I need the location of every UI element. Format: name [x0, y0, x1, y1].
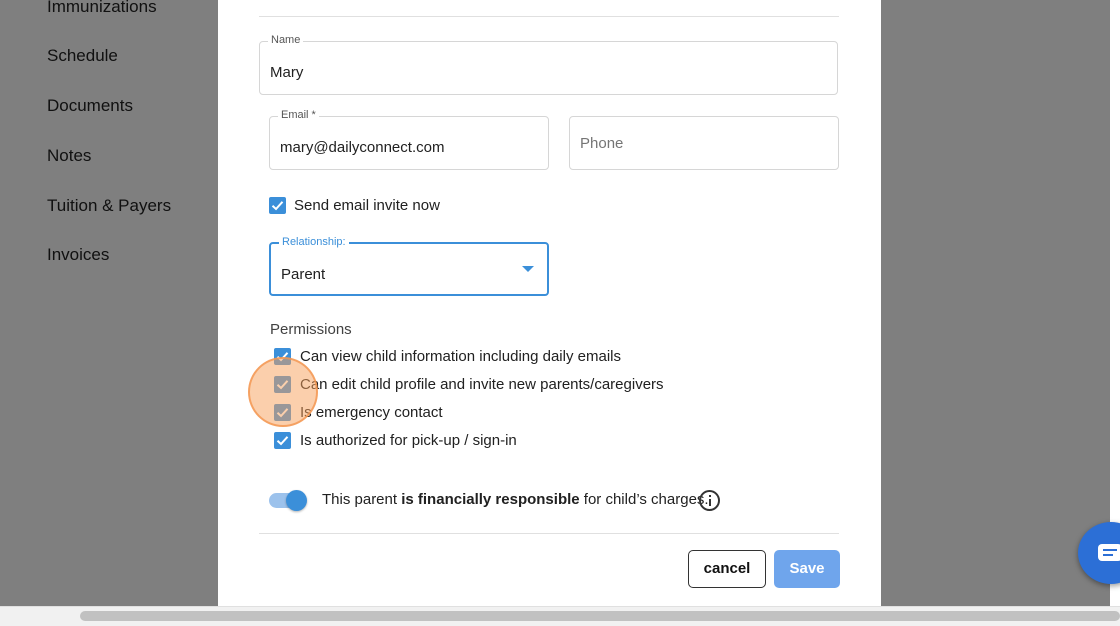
vertical-gutter	[1110, 0, 1120, 606]
permissions-heading: Permissions	[270, 321, 352, 338]
permission-pickup-label: Is authorized for pick-up / sign-in	[300, 432, 517, 449]
financial-text-prefix: This parent	[322, 491, 398, 508]
financial-text-suffix: for child’s charges.	[583, 491, 709, 508]
relationship-select[interactable]: Relationship: Parent	[269, 236, 549, 296]
click-indicator	[248, 357, 318, 427]
send-invite-label: Send email invite now	[294, 197, 440, 214]
chevron-down-icon	[522, 266, 534, 272]
save-button[interactable]: Save	[774, 550, 840, 588]
email-field[interactable]: Email * mary@dailyconnect.com	[269, 109, 549, 170]
financial-toggle-knob[interactable]	[286, 490, 307, 511]
relationship-label: Relationship:	[279, 236, 349, 248]
permission-edit-label: Can edit child profile and invite new pa…	[300, 376, 664, 393]
check-icon	[271, 201, 284, 211]
info-icon[interactable]	[699, 490, 720, 511]
divider	[259, 16, 839, 17]
relationship-value: Parent	[281, 266, 326, 283]
horizontal-scrollbar-thumb[interactable]	[80, 611, 1120, 621]
cancel-button[interactable]: cancel	[688, 550, 766, 588]
check-icon	[276, 436, 289, 446]
name-value: Mary	[270, 64, 304, 81]
email-value: mary@dailyconnect.com	[280, 139, 445, 156]
financial-responsibility-text: This parent is financially responsible f…	[322, 491, 709, 508]
chat-icon	[1098, 544, 1120, 561]
email-label: Email *	[278, 109, 319, 121]
divider	[259, 533, 839, 534]
permission-view-label: Can view child information including dai…	[300, 348, 621, 365]
name-label: Name	[268, 34, 304, 46]
name-field[interactable]: Name Mary	[259, 34, 838, 95]
permission-emergency-label: Is emergency contact	[300, 404, 443, 421]
financial-text-bold: is financially responsible	[401, 491, 580, 508]
phone-field[interactable]: Phone	[569, 116, 839, 170]
permission-pickup-checkbox[interactable]	[274, 432, 291, 449]
phone-placeholder: Phone	[580, 135, 624, 152]
send-invite-checkbox[interactable]	[269, 197, 286, 214]
